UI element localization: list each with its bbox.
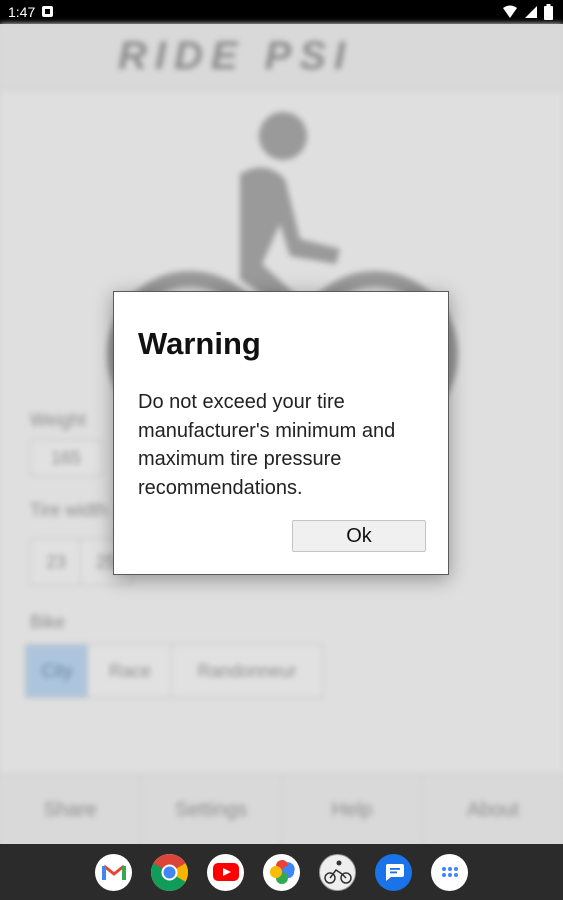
notification-icon	[42, 6, 53, 17]
app-drawer-icon[interactable]	[431, 853, 468, 891]
status-bar: 1:47	[0, 0, 563, 24]
cell-signal-icon	[525, 6, 537, 18]
ok-button[interactable]: Ok	[292, 520, 426, 552]
warning-dialog: Warning Do not exceed your tire manufact…	[113, 291, 449, 575]
chrome-icon[interactable]	[151, 853, 188, 891]
ride-psi-icon[interactable]	[319, 853, 356, 891]
wifi-icon	[503, 5, 517, 18]
status-time: 1:47	[8, 4, 36, 20]
battery-icon	[544, 4, 553, 20]
status-icons	[502, 4, 553, 20]
photos-icon[interactable]	[263, 853, 300, 891]
dialog-title: Warning	[138, 326, 261, 361]
youtube-icon[interactable]	[207, 853, 244, 891]
messages-icon[interactable]	[375, 853, 412, 891]
taskbar	[0, 844, 563, 900]
gmail-icon[interactable]	[95, 853, 132, 891]
dialog-message: Do not exceed your tire manufacturer's m…	[138, 391, 396, 499]
